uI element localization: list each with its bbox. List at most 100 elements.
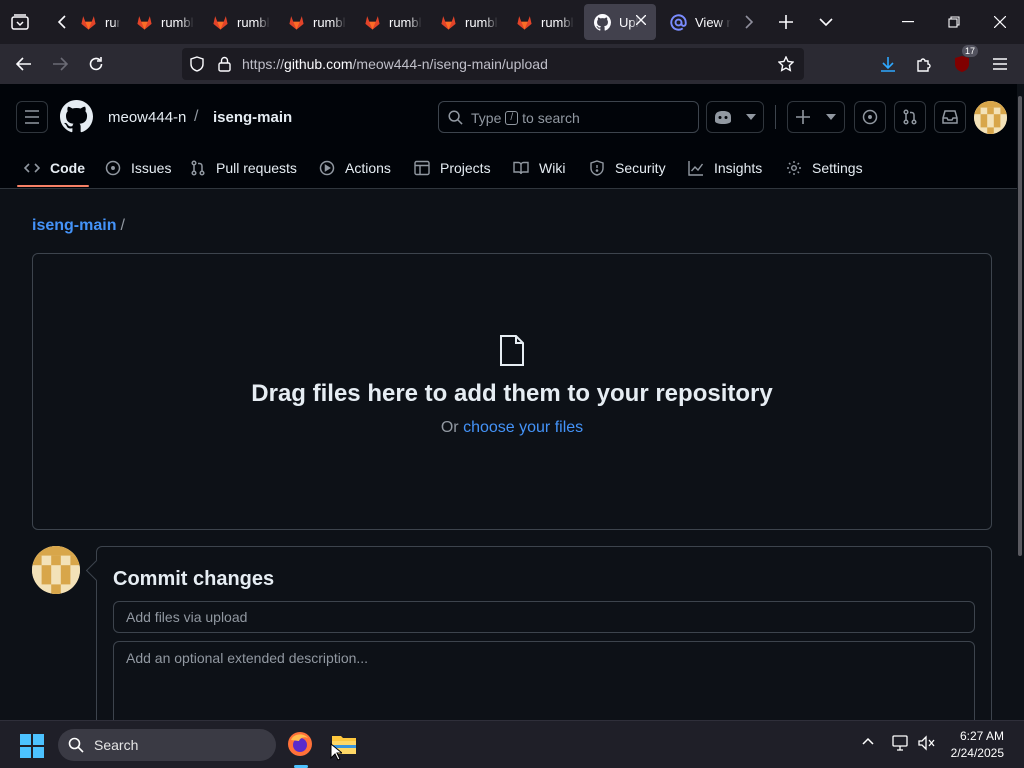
tab-insights[interactable]: Insights bbox=[688, 156, 762, 180]
search-icon bbox=[448, 110, 463, 125]
taskbar-search-box[interactable]: Search bbox=[58, 729, 276, 761]
browser-tab-label: rumbl bbox=[313, 14, 346, 30]
browser-tab-label: rumbl bbox=[389, 14, 422, 30]
commit-summary-input[interactable] bbox=[113, 601, 975, 633]
clock-time: 6:27 AM bbox=[959, 729, 1004, 743]
commit-description-textarea[interactable] bbox=[113, 641, 975, 731]
pull-requests-icon[interactable] bbox=[894, 101, 926, 133]
browser-tab-label: rumbl bbox=[105, 14, 120, 30]
tab-issues[interactable]: Issues bbox=[105, 156, 171, 180]
windows-start-icon[interactable] bbox=[20, 734, 44, 758]
back-arrow-icon[interactable] bbox=[10, 51, 38, 77]
browser-tab[interactable]: View r bbox=[660, 4, 736, 40]
gitlab-icon bbox=[136, 14, 153, 31]
tab-settings[interactable]: Settings bbox=[786, 156, 863, 180]
tab-pull-requests[interactable]: Pull requests bbox=[190, 156, 297, 180]
extensions-puzzle-icon[interactable] bbox=[910, 51, 938, 77]
downloads-icon[interactable] bbox=[874, 51, 902, 77]
tab-list-icon[interactable] bbox=[6, 8, 34, 36]
drop-zone-title: Drag files here to add them to your repo… bbox=[251, 380, 773, 407]
gitlab-icon bbox=[364, 14, 381, 31]
git-pull-request-icon bbox=[190, 160, 206, 176]
app-menu-hamburger-icon[interactable] bbox=[986, 51, 1014, 77]
tab-wiki[interactable]: Wiki bbox=[513, 156, 565, 180]
browser-tab[interactable]: rumbl bbox=[278, 4, 348, 40]
repo-name-link[interactable]: iseng-main bbox=[213, 109, 292, 126]
url-text: https://github.com/meow444-n/iseng-main/… bbox=[242, 56, 548, 72]
volume-muted-icon[interactable] bbox=[918, 735, 936, 751]
ublock-extension-icon[interactable]: 17 bbox=[948, 45, 979, 77]
browser-tab[interactable]: rumbl bbox=[354, 4, 424, 40]
browser-tab[interactable]: rumbl bbox=[70, 4, 120, 40]
user-avatar[interactable] bbox=[974, 101, 1007, 134]
browser-navigation-bar: https://github.com/meow444-n/iseng-main/… bbox=[0, 44, 1024, 84]
search-input[interactable]: Type / to search bbox=[438, 101, 699, 133]
header-divider bbox=[775, 105, 776, 129]
bookmark-star-icon[interactable] bbox=[778, 56, 794, 72]
tab-security[interactable]: Security bbox=[589, 156, 666, 180]
global-nav-menu-icon[interactable] bbox=[16, 101, 48, 133]
create-new-button[interactable] bbox=[787, 101, 845, 133]
reload-icon[interactable] bbox=[82, 51, 110, 77]
scrollbar-thumb[interactable] bbox=[1018, 96, 1022, 556]
gitlab-icon bbox=[212, 14, 229, 31]
browser-tab[interactable]: rumbl bbox=[506, 4, 576, 40]
inbox-icon[interactable] bbox=[934, 101, 966, 133]
network-icon[interactable] bbox=[892, 735, 910, 751]
graph-icon bbox=[688, 160, 704, 176]
breadcrumb-separator: / bbox=[120, 217, 125, 234]
url-bar[interactable]: https://github.com/meow444-n/iseng-main/… bbox=[182, 48, 804, 80]
breadcrumb: iseng-main / bbox=[32, 217, 125, 235]
lock-icon[interactable] bbox=[218, 56, 231, 72]
forward-arrow-icon[interactable] bbox=[46, 51, 74, 77]
mouse-cursor-icon bbox=[330, 743, 342, 761]
browser-tab[interactable]: rumbl bbox=[430, 4, 500, 40]
browser-tab-active[interactable]: Upl bbox=[584, 4, 656, 40]
close-tab-icon[interactable] bbox=[636, 15, 646, 25]
taskbar-search-icon bbox=[68, 737, 84, 753]
commit-changes-title: Commit changes bbox=[113, 568, 275, 590]
shield-icon bbox=[589, 160, 605, 176]
taskbar-search-label: Search bbox=[94, 737, 139, 753]
code-icon bbox=[24, 160, 40, 176]
gitlab-icon bbox=[440, 14, 457, 31]
tab-code[interactable]: Code bbox=[24, 156, 85, 180]
browser-tab[interactable]: rumbl bbox=[202, 4, 272, 40]
browser-tab-label: rumbl bbox=[541, 14, 574, 30]
browser-tab-label: rumbl bbox=[465, 14, 498, 30]
scroll-tabs-right-icon[interactable] bbox=[735, 8, 763, 36]
firefox-taskbar-icon[interactable] bbox=[287, 731, 313, 757]
clock-date: 2/24/2025 bbox=[950, 746, 1004, 760]
repo-owner-link[interactable]: meow444-n bbox=[108, 109, 186, 126]
selected-tab-underline bbox=[17, 185, 89, 187]
file-icon bbox=[499, 335, 525, 366]
close-window-icon[interactable] bbox=[986, 8, 1014, 36]
browser-tab[interactable]: rumbl bbox=[126, 4, 196, 40]
browser-tab-label: View r bbox=[695, 14, 731, 30]
github-header: meow444-n / iseng-main Type / to search Co… bbox=[0, 84, 1017, 189]
github-icon bbox=[594, 13, 611, 31]
show-hidden-icons-chevron-icon[interactable] bbox=[862, 737, 874, 745]
tab-projects[interactable]: Projects bbox=[414, 156, 491, 180]
page-scrollbar[interactable] bbox=[1017, 84, 1024, 720]
table-icon bbox=[414, 160, 430, 176]
gitlab-icon bbox=[288, 14, 305, 31]
gear-icon bbox=[786, 160, 802, 176]
gitlab-icon bbox=[516, 14, 533, 31]
owner-repo-separator: / bbox=[194, 108, 199, 125]
new-tab-plus-icon[interactable] bbox=[772, 8, 800, 36]
copilot-chevron-down-icon[interactable] bbox=[746, 114, 756, 120]
tracking-shield-icon[interactable] bbox=[190, 56, 204, 72]
minimize-window-icon[interactable] bbox=[894, 8, 922, 36]
breadcrumb-repo-link[interactable]: iseng-main bbox=[32, 217, 116, 234]
tab-actions[interactable]: Actions bbox=[319, 156, 391, 180]
choose-files-link[interactable]: choose your files bbox=[463, 419, 583, 436]
taskbar-clock[interactable]: 6:27 AM 2/24/2025 bbox=[951, 728, 1004, 762]
list-all-tabs-chevron-icon[interactable] bbox=[812, 8, 840, 36]
search-placeholder: Type / to search bbox=[471, 110, 580, 126]
windows-taskbar: Search 6:27 AM 2/24/2025 bbox=[0, 720, 1024, 768]
copilot-button[interactable] bbox=[706, 101, 764, 133]
issues-icon[interactable] bbox=[854, 101, 886, 133]
restore-window-icon[interactable] bbox=[940, 8, 968, 36]
github-logo-icon[interactable] bbox=[60, 100, 93, 133]
